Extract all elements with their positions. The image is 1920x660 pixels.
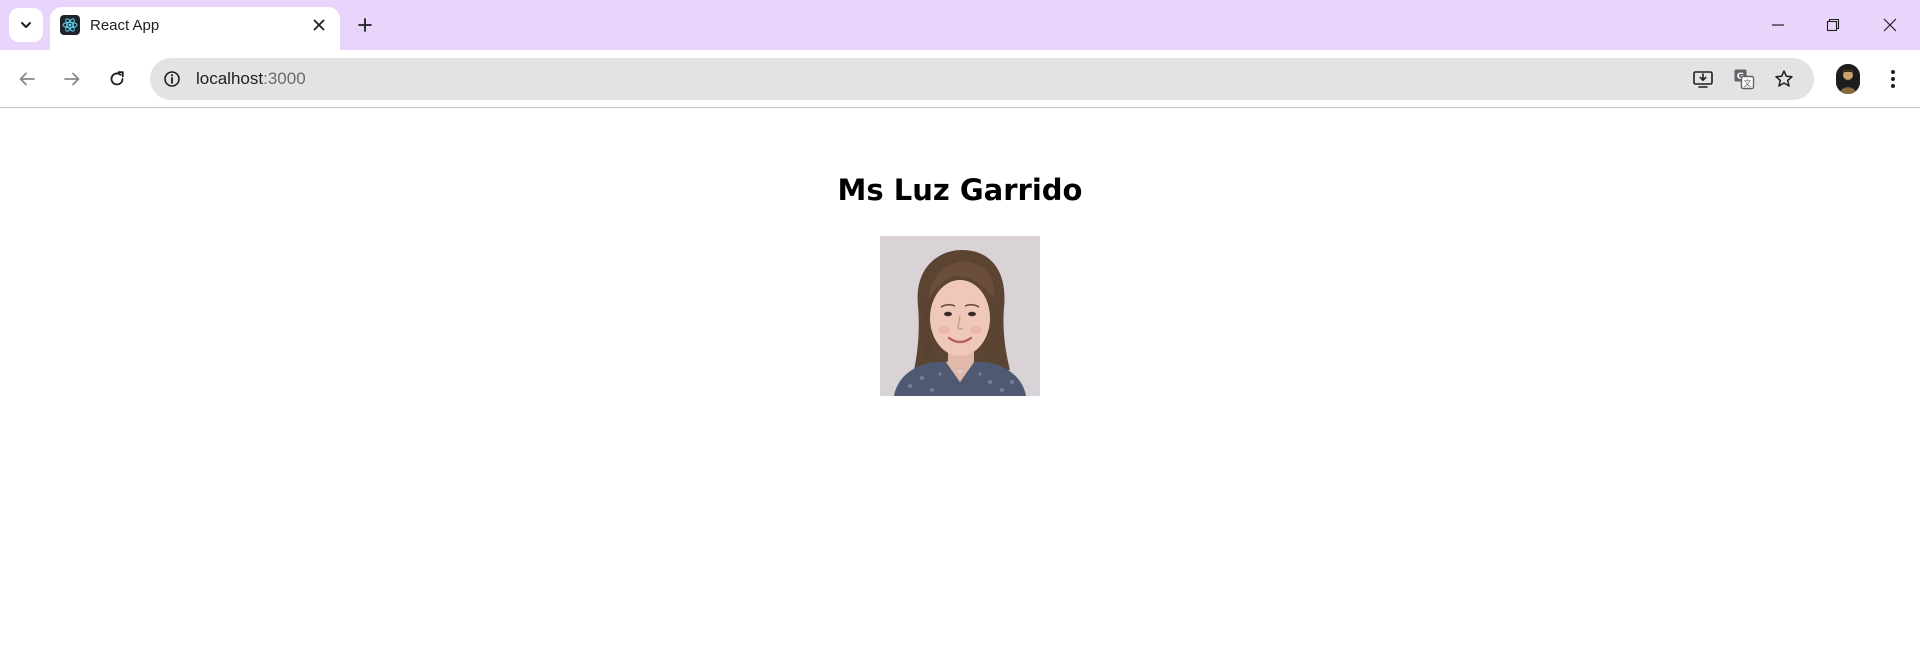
forward-button[interactable] [57,64,87,94]
new-tab-button[interactable] [352,12,378,38]
tab-strip: React App [0,0,1920,50]
tab-react-app[interactable]: React App [50,7,340,50]
chrome-menu-button[interactable] [1878,64,1908,94]
site-info-button[interactable] [158,65,186,93]
translate-icon: G文 [1734,69,1755,90]
profile-name-heading: Ms Luz Garrido [837,173,1083,207]
kebab-menu-icon [1891,70,1895,88]
minimize-icon [1772,24,1784,26]
plus-icon [358,18,372,32]
svg-text:文: 文 [1744,78,1752,88]
reload-button[interactable] [102,64,132,94]
browser-toolbar: localhost:3000 G文 [0,50,1920,108]
install-app-button[interactable] [1689,65,1717,93]
page-content: Ms Luz Garrido [0,109,1920,660]
install-app-icon [1693,71,1713,88]
chevron-down-icon [21,22,31,28]
close-icon [313,19,325,31]
translate-button[interactable]: G文 [1730,65,1758,93]
tab-title: React App [90,17,160,34]
avatar-image [1836,64,1860,94]
close-tab-button[interactable] [310,16,328,34]
bookmark-button[interactable] [1770,65,1798,93]
url-port: :3000 [263,69,306,88]
profile-photo [880,236,1040,396]
info-icon [164,71,180,87]
minimize-button[interactable] [1760,10,1796,40]
restore-button[interactable] [1815,10,1851,40]
react-logo-icon [60,15,80,35]
reload-icon [110,71,124,86]
restore-icon [1826,18,1840,32]
star-icon [1775,70,1793,87]
tab-search-button[interactable] [9,8,43,42]
address-bar[interactable]: localhost:3000 G文 [150,58,1814,100]
arrow-right-icon [64,72,80,86]
arrow-left-icon [19,72,35,86]
close-window-button[interactable] [1872,10,1908,40]
back-button[interactable] [12,64,42,94]
portrait-image [880,236,1040,396]
close-icon [1883,18,1897,32]
profile-avatar[interactable] [1836,64,1860,94]
url-text[interactable]: localhost:3000 [196,69,306,89]
url-host: localhost [196,69,264,88]
